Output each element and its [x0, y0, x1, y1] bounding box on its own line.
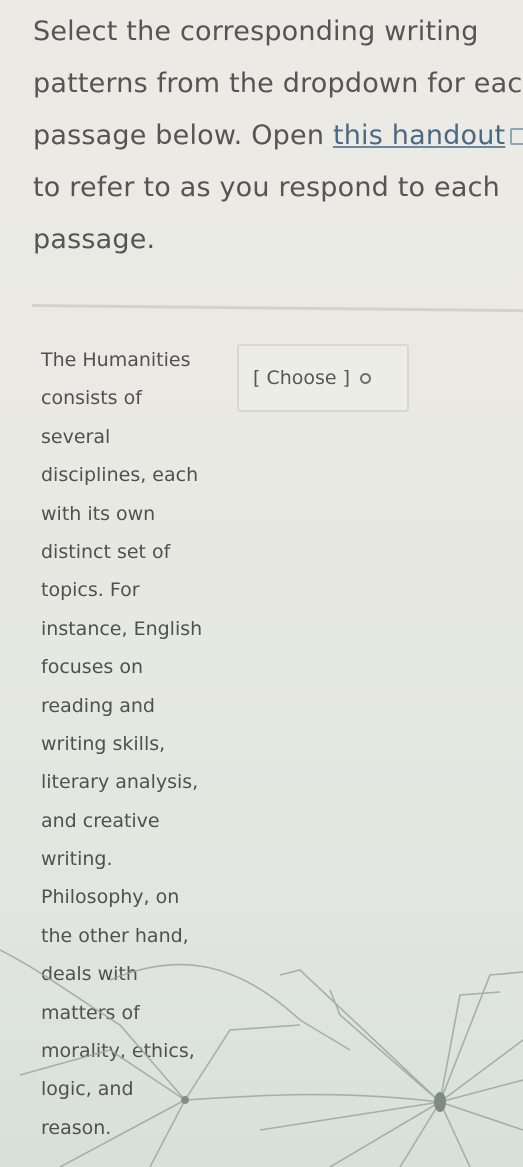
passage-line: matters of	[41, 1001, 140, 1024]
handout-link[interactable]: this handout	[333, 120, 505, 151]
passage-line: reason.	[41, 1116, 112, 1139]
passage-line: reading and	[41, 694, 155, 717]
passage-text: The Humanities consists of several discipli…	[41, 341, 241, 1147]
instruction-line: Select the corresponding writing	[33, 16, 479, 47]
crack-line	[439, 1039, 523, 1103]
dropdown-selected-value: [ Choose ]	[253, 367, 351, 389]
passage-line: instance, English	[41, 617, 203, 640]
passage-line: writing skills,	[41, 732, 166, 755]
crack-line	[329, 989, 441, 1103]
handout-link-text: this handout	[332, 120, 506, 151]
crack-line	[439, 991, 501, 1103]
instruction-line: passage below. Open this handout	[33, 110, 523, 162]
passage-line: writing.	[41, 848, 113, 871]
passage-line: consists of	[41, 387, 142, 410]
crack-line	[439, 971, 523, 1103]
passage-line: logic, and	[41, 1078, 134, 1101]
passage-line: topics. For	[41, 579, 140, 602]
passage-line: disciplines, each	[41, 464, 199, 487]
chevron-updown-icon	[360, 372, 372, 384]
passage-line: the other hand,	[41, 924, 189, 947]
crack-line	[439, 1101, 471, 1167]
section-divider	[31, 304, 523, 313]
instruction-line: passage.	[33, 224, 156, 255]
crack-line	[399, 1101, 441, 1167]
passage-line: several	[41, 425, 111, 448]
passage-line: Philosophy, on	[41, 886, 180, 909]
passage-line: and creative	[41, 809, 160, 832]
instruction-text: passage below. Open	[33, 120, 333, 151]
instructions: Select the corresponding writing pattern…	[33, 6, 523, 266]
passage-line: literary analysis,	[41, 771, 199, 794]
passage-line: with its own	[41, 502, 156, 525]
crack-line	[259, 1101, 441, 1131]
passage-line: The Humanities	[41, 349, 191, 371]
writing-pattern-dropdown[interactable]: [ Choose ]	[237, 344, 409, 412]
instruction-line: patterns from the dropdown for eacl	[33, 68, 523, 99]
crack-line	[329, 1101, 441, 1167]
passage-line: focuses on	[41, 656, 143, 679]
crack-line	[279, 969, 441, 1103]
crack-line	[439, 1101, 523, 1131]
passage-line: deals with	[41, 963, 138, 986]
crack-impact-point	[434, 1092, 446, 1112]
crack-line	[439, 1079, 523, 1103]
passage-line: distinct set of	[41, 540, 171, 563]
external-link-icon[interactable]	[510, 128, 523, 145]
instruction-line: to refer to as you respond to each	[33, 172, 500, 203]
passage-line: morality, ethics,	[41, 1040, 195, 1063]
